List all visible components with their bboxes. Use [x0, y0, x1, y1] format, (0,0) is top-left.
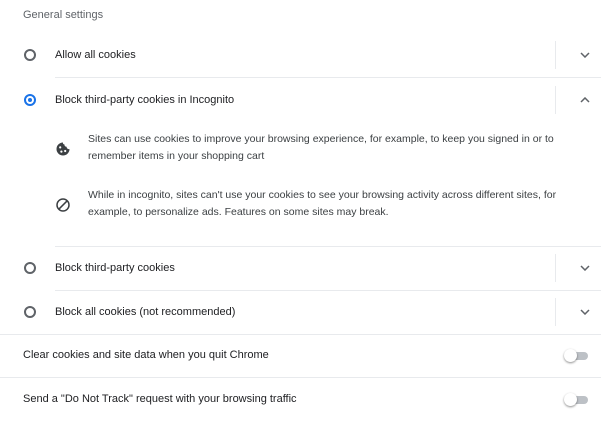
- radio-button[interactable]: [24, 262, 36, 274]
- do-not-track-row[interactable]: Send a "Do Not Track" request with your …: [0, 377, 601, 421]
- detail-text: Sites can use cookies to improve your br…: [88, 133, 554, 162]
- radio-button-selected[interactable]: [24, 94, 36, 106]
- cookie-option-label: Allow all cookies: [55, 49, 136, 61]
- detail-text: While in incognito, sites can't use your…: [88, 189, 557, 218]
- cookie-icon: [56, 142, 70, 156]
- expand-button[interactable]: [572, 42, 598, 68]
- incognito-detail-cookies: Sites can use cookies to improve your br…: [55, 131, 600, 171]
- do-not-track-toggle[interactable]: [564, 393, 590, 407]
- divider: [555, 86, 556, 114]
- chevron-down-icon: [580, 52, 590, 58]
- radio-button[interactable]: [24, 306, 36, 318]
- cookie-option-allow-all[interactable]: Allow all cookies: [0, 33, 601, 77]
- chevron-up-icon: [580, 97, 590, 103]
- cookie-option-label: Block all cookies (not recommended): [55, 306, 236, 318]
- toggle-knob: [564, 393, 577, 406]
- section-title: General settings: [23, 9, 104, 21]
- chevron-down-icon: [580, 309, 590, 315]
- incognito-detail-tracking: While in incognito, sites can't use your…: [55, 187, 600, 227]
- cookie-option-label: Block third-party cookies: [55, 262, 175, 274]
- toggle-knob: [564, 349, 577, 362]
- cookie-option-block-third-party-incognito[interactable]: Block third-party cookies in Incognito: [0, 78, 601, 122]
- block-icon: [56, 198, 70, 212]
- cookie-option-block-all[interactable]: Block all cookies (not recommended): [0, 290, 601, 334]
- chevron-down-icon: [580, 265, 590, 271]
- cookie-option-label: Block third-party cookies in Incognito: [55, 94, 235, 106]
- collapse-button[interactable]: [572, 87, 598, 113]
- expand-button[interactable]: [572, 255, 598, 281]
- clear-on-quit-row[interactable]: Clear cookies and site data when you qui…: [0, 334, 601, 378]
- divider: [555, 254, 556, 282]
- divider: [555, 41, 556, 69]
- cookie-option-block-third-party[interactable]: Block third-party cookies: [0, 246, 601, 290]
- radio-button[interactable]: [24, 49, 36, 61]
- expand-button[interactable]: [572, 299, 598, 325]
- toggle-label: Clear cookies and site data when you qui…: [23, 349, 269, 361]
- divider: [555, 298, 556, 326]
- clear-on-quit-toggle[interactable]: [564, 349, 590, 363]
- toggle-label: Send a "Do Not Track" request with your …: [23, 393, 297, 405]
